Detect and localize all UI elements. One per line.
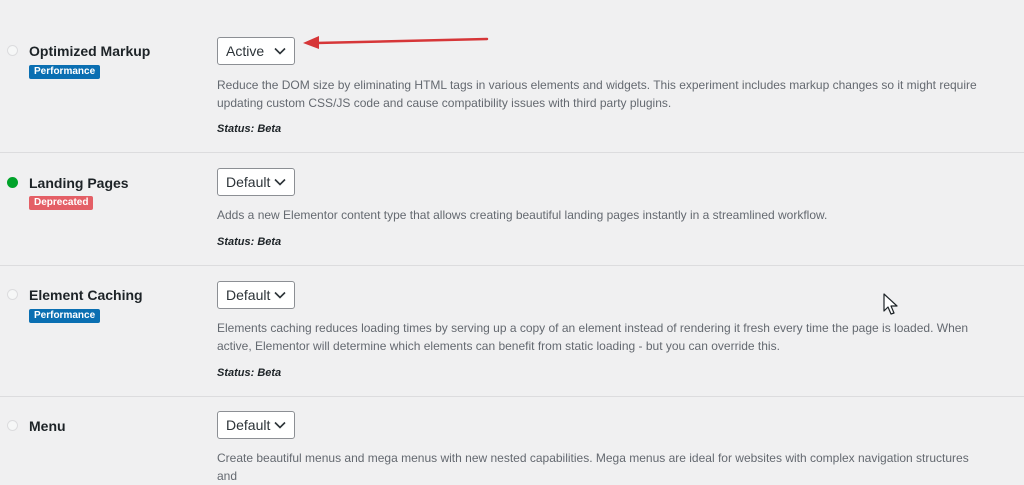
row-divider bbox=[0, 396, 1024, 397]
experiment-description: Reduce the DOM size by eliminating HTML … bbox=[217, 78, 977, 110]
performance-tag: Performance bbox=[29, 309, 101, 323]
experiment-state-select[interactable]: Active bbox=[217, 37, 295, 65]
experiment-status: Status: Beta bbox=[217, 236, 282, 248]
experiment-title: Element Caching bbox=[29, 287, 143, 303]
experiment-state-select[interactable]: Default bbox=[217, 411, 295, 439]
deprecated-tag: Deprecated bbox=[29, 196, 94, 210]
experiment-status: Status: Beta bbox=[217, 367, 282, 379]
select-value: Default bbox=[226, 174, 271, 190]
row-divider bbox=[0, 265, 1024, 266]
experiment-state-select[interactable]: Default bbox=[217, 168, 295, 196]
chevron-down-icon bbox=[274, 169, 286, 195]
experiment-title: Optimized Markup bbox=[29, 43, 151, 59]
mouse-cursor-icon bbox=[883, 293, 898, 315]
experiment-title: Landing Pages bbox=[29, 175, 129, 191]
select-value: Active bbox=[226, 43, 265, 59]
experiment-title: Menu bbox=[29, 418, 66, 434]
annotation-arrow-icon bbox=[303, 36, 489, 49]
status-indicator bbox=[7, 45, 18, 56]
select-value: Default bbox=[226, 287, 271, 303]
experiment-description: Adds a new Elementor content type that a… bbox=[217, 208, 828, 222]
chevron-down-icon bbox=[274, 282, 286, 308]
experiment-status: Status: Beta bbox=[217, 123, 282, 135]
status-indicator bbox=[7, 289, 18, 300]
experiment-state-select[interactable]: Default bbox=[217, 281, 295, 309]
row-divider bbox=[0, 152, 1024, 153]
status-indicator bbox=[7, 420, 18, 431]
select-value: Default bbox=[226, 417, 271, 433]
experiment-description: Create beautiful menus and mega menus wi… bbox=[217, 451, 969, 483]
chevron-down-icon bbox=[274, 38, 286, 64]
chevron-down-icon bbox=[274, 412, 286, 438]
status-indicator bbox=[7, 177, 18, 188]
performance-tag: Performance bbox=[29, 65, 101, 79]
experiment-description: Elements caching reduces loading times b… bbox=[217, 321, 969, 353]
